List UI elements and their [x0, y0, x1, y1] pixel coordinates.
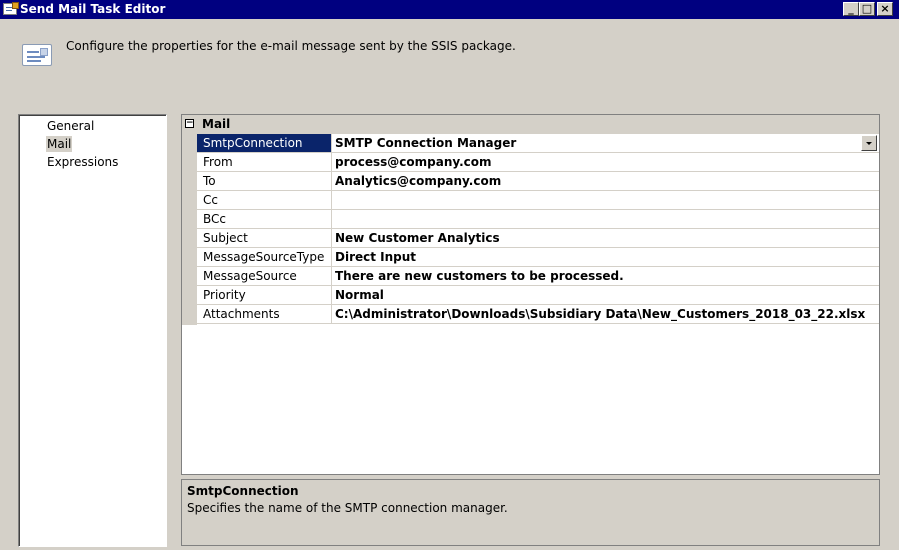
category-label: Mail: [202, 117, 231, 131]
property-value[interactable]: process@company.com: [332, 153, 879, 172]
property-row-attachments[interactable]: Attachments C:\Administrator\Downloads\S…: [197, 305, 879, 324]
chevron-down-icon: [866, 142, 872, 145]
description-title: SmtpConnection: [187, 484, 299, 498]
nav-item-general[interactable]: General: [46, 118, 95, 134]
property-name[interactable]: From: [197, 153, 332, 172]
minimize-button[interactable]: _: [843, 2, 859, 16]
description-text: Specifies the name of the SMTP connectio…: [187, 501, 508, 515]
property-name[interactable]: Cc: [197, 191, 332, 210]
close-icon: ×: [880, 2, 890, 15]
property-value[interactable]: New Customer Analytics: [332, 229, 879, 248]
property-gutter: [182, 134, 197, 325]
category-row-mail[interactable]: − Mail: [182, 115, 879, 134]
property-name[interactable]: Priority: [197, 286, 332, 305]
property-row-to[interactable]: To Analytics@company.com: [197, 172, 879, 191]
minimize-icon: _: [848, 2, 854, 15]
property-row-bcc[interactable]: BCc: [197, 210, 879, 229]
title-bar[interactable]: Send Mail Task Editor _ □ ×: [0, 0, 899, 19]
mail-message-icon: [22, 44, 52, 66]
property-value[interactable]: Normal: [332, 286, 879, 305]
property-name[interactable]: MessageSourceType: [197, 248, 332, 267]
maximize-button[interactable]: □: [859, 2, 875, 16]
nav-item-expressions[interactable]: Expressions: [46, 154, 119, 170]
maximize-icon: □: [861, 2, 873, 15]
property-value[interactable]: Analytics@company.com: [332, 172, 879, 191]
property-grid[interactable]: − Mail SmtpConnection SMTP Connection Ma…: [181, 114, 880, 475]
page-navigation-list[interactable]: General Mail Expressions: [18, 114, 167, 547]
property-value[interactable]: SMTP Connection Manager: [332, 134, 879, 153]
property-row-from[interactable]: From process@company.com: [197, 153, 879, 172]
close-button[interactable]: ×: [877, 2, 893, 16]
property-name[interactable]: MessageSource: [197, 267, 332, 286]
property-description-panel: SmtpConnection Specifies the name of the…: [181, 479, 880, 546]
dropdown-button[interactable]: [861, 135, 877, 151]
property-value-text: SMTP Connection Manager: [335, 136, 517, 150]
property-name[interactable]: Subject: [197, 229, 332, 248]
property-name[interactable]: SmtpConnection: [197, 134, 332, 153]
nav-item-mail[interactable]: Mail: [46, 136, 73, 152]
property-value[interactable]: There are new customers to be processed.: [332, 267, 879, 286]
property-row-messagesource[interactable]: MessageSource There are new customers to…: [197, 267, 879, 286]
send-mail-task-icon: [3, 2, 19, 15]
property-row-priority[interactable]: Priority Normal: [197, 286, 879, 305]
property-value[interactable]: C:\Administrator\Downloads\Subsidiary Da…: [332, 305, 879, 324]
property-value[interactable]: [332, 191, 879, 210]
property-name[interactable]: To: [197, 172, 332, 191]
collapse-icon[interactable]: −: [185, 119, 194, 128]
property-row-subject[interactable]: Subject New Customer Analytics: [197, 229, 879, 248]
window-title: Send Mail Task Editor: [20, 2, 166, 16]
property-row-cc[interactable]: Cc: [197, 191, 879, 210]
property-row-messagesourcetype[interactable]: MessageSourceType Direct Input: [197, 248, 879, 267]
property-name[interactable]: BCc: [197, 210, 332, 229]
property-name[interactable]: Attachments: [197, 305, 332, 324]
property-row-smtpconnection[interactable]: SmtpConnection SMTP Connection Manager: [197, 134, 879, 153]
property-value[interactable]: Direct Input: [332, 248, 879, 267]
property-value[interactable]: [332, 210, 879, 229]
header-description: Configure the properties for the e-mail …: [66, 39, 516, 53]
